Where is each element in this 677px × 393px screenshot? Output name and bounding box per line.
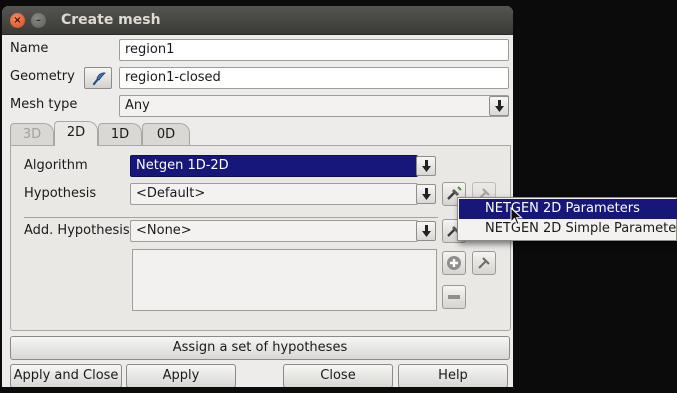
apply-button[interactable]: Apply	[126, 364, 236, 387]
tab-0d[interactable]: 0D	[142, 123, 190, 145]
apply-and-close-button[interactable]: Apply and Close	[10, 364, 122, 387]
minimize-window-button[interactable]: –	[31, 13, 46, 28]
arrow-down-icon	[422, 225, 431, 237]
close-button[interactable]: Close	[283, 364, 393, 387]
add-hypothesis-select[interactable]: <None>	[130, 220, 418, 242]
tab-1d[interactable]: 1D	[98, 123, 142, 145]
hypothesis-dropdown-button[interactable]	[416, 184, 436, 204]
select-geometry-icon	[92, 72, 106, 86]
hypothesis-label: Hypothesis	[24, 186, 97, 201]
geometry-field[interactable]: region1-closed	[119, 67, 509, 89]
tab-3d[interactable]: 3D	[10, 123, 54, 145]
arrow-down-icon	[422, 188, 431, 200]
mesh-type-label: Mesh type	[10, 97, 78, 112]
hypothesis-separator	[24, 217, 438, 218]
algorithm-dropdown-button[interactable]	[416, 156, 436, 176]
algorithm-label: Algorithm	[24, 158, 88, 173]
tab-2d[interactable]: 2D	[54, 121, 98, 146]
mesh-type-dropdown-button[interactable]	[489, 96, 509, 116]
create-mesh-dialog: × – Create mesh Name region1 Geometry re…	[2, 6, 513, 387]
close-icon: ×	[13, 15, 22, 26]
assign-hypotheses-set-button[interactable]: Assign a set of hypotheses	[10, 336, 510, 360]
edit-hypothesis-icon	[478, 257, 490, 269]
add-hypothesis-label: Add. Hypothesis	[24, 223, 130, 238]
plus-icon	[447, 256, 461, 270]
add-to-list-button[interactable]	[442, 251, 466, 275]
mesh-type-select[interactable]: Any	[119, 95, 509, 117]
select-geometry-button[interactable]	[84, 67, 112, 89]
edit-list-item-button[interactable]	[472, 251, 496, 275]
close-window-button[interactable]: ×	[10, 13, 25, 28]
remove-from-list-button[interactable]	[442, 285, 466, 309]
arrow-down-icon	[495, 100, 504, 112]
title-bar: × – Create mesh	[2, 6, 513, 35]
menu-item-netgen-2d-parameters[interactable]: NETGEN 2D Parameters	[459, 199, 677, 219]
add-hypothesis-dropdown-button[interactable]	[416, 221, 436, 241]
hypothesis-popup-menu: NETGEN 2D Parameters NETGEN 2D Simple Pa…	[457, 197, 677, 241]
mouse-cursor-icon	[510, 207, 523, 226]
minus-icon	[448, 295, 460, 299]
menu-item-netgen-2d-simple-parameters[interactable]: NETGEN 2D Simple Parameters	[459, 219, 677, 239]
name-field[interactable]: region1	[119, 39, 509, 61]
name-label: Name	[10, 41, 49, 56]
minimize-icon: –	[36, 15, 41, 26]
hypothesis-select[interactable]: <Default>	[130, 183, 418, 205]
additional-hypotheses-list[interactable]	[132, 249, 437, 311]
window-title: Create mesh	[61, 12, 161, 28]
algorithm-select[interactable]: Netgen 1D-2D	[130, 155, 418, 177]
arrow-down-icon	[422, 160, 431, 172]
geometry-label: Geometry	[10, 69, 75, 84]
help-button[interactable]: Help	[398, 364, 508, 387]
